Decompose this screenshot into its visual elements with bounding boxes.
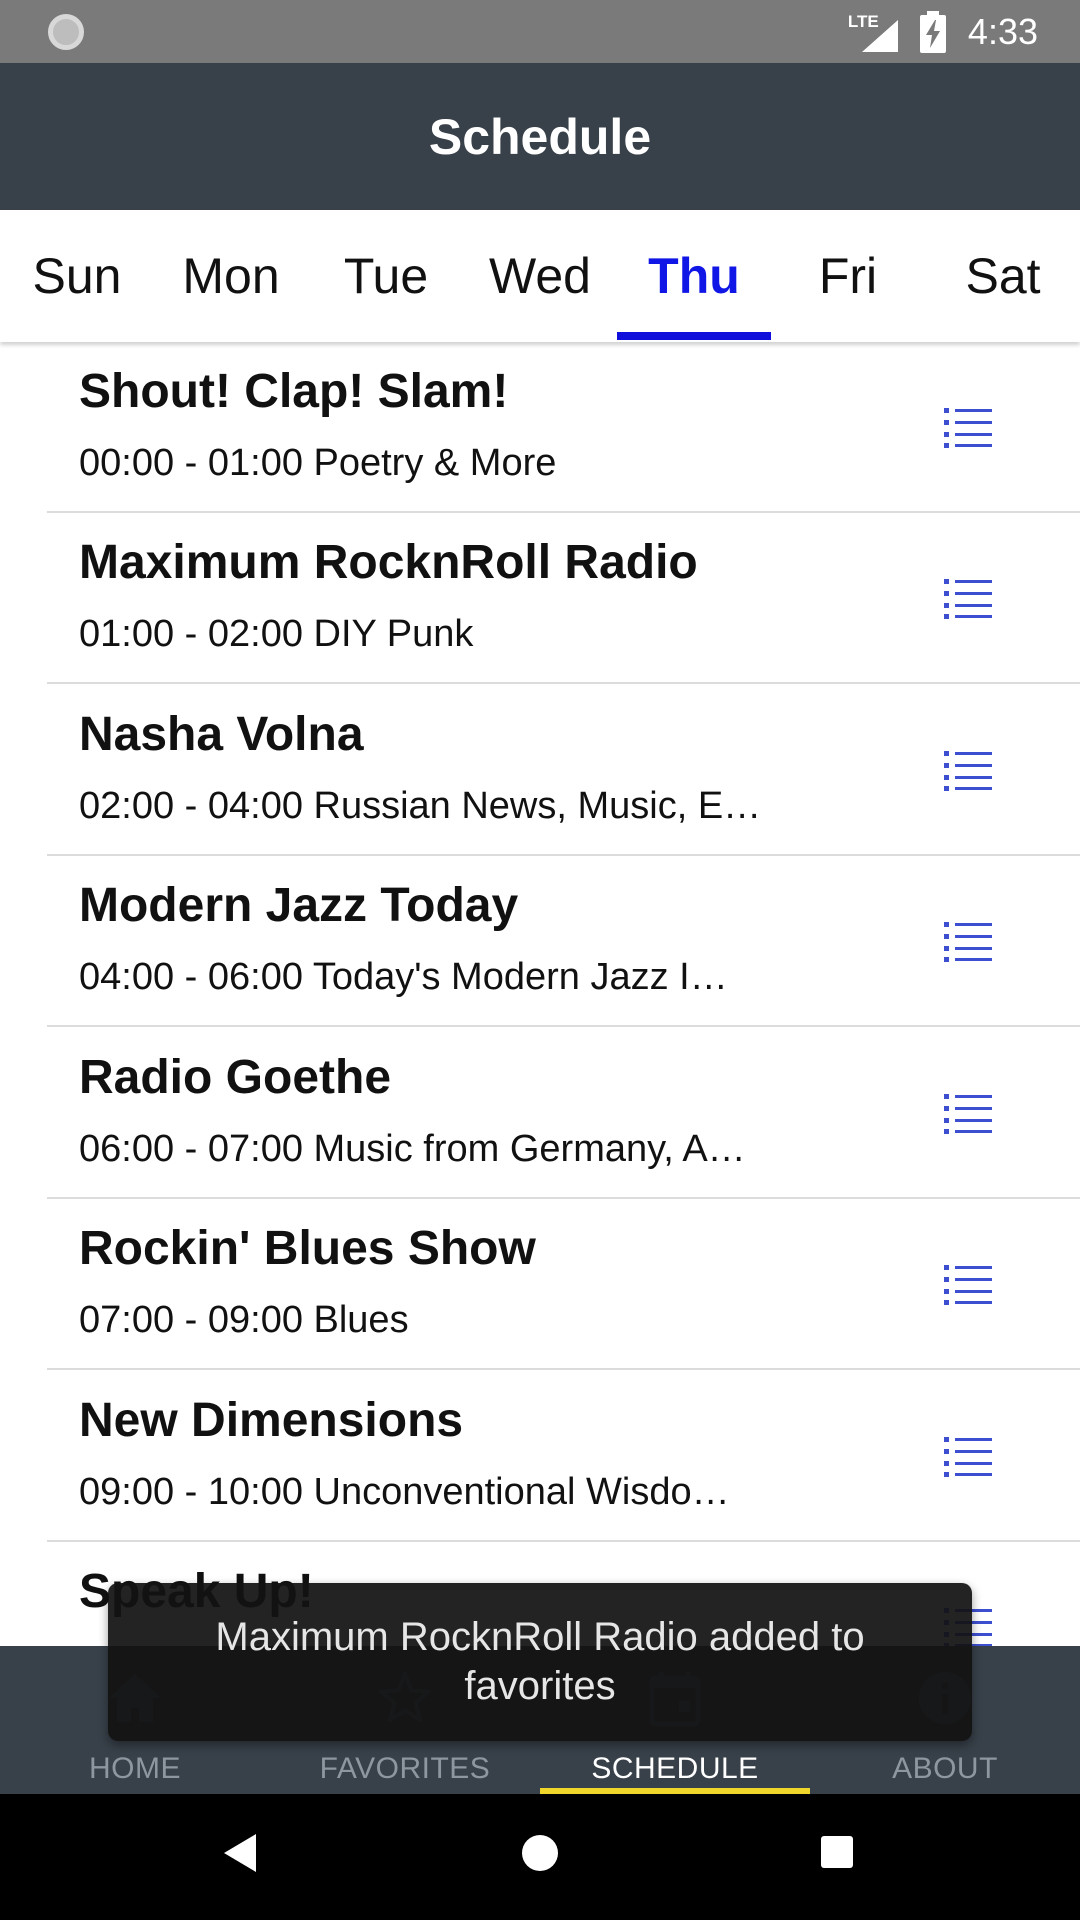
divider bbox=[47, 1368, 1080, 1370]
recents-icon[interactable] bbox=[821, 1836, 853, 1868]
list-item[interactable]: Rockin' Blues Show 07:00 - 09:00 Blues bbox=[0, 1199, 1080, 1370]
page-title: Schedule bbox=[428, 108, 652, 165]
tab-sat[interactable]: Sat bbox=[926, 210, 1080, 342]
show-name: Rockin' Blues Show bbox=[79, 1222, 536, 1275]
tab-mon[interactable]: Mon bbox=[154, 210, 308, 342]
list-icon[interactable] bbox=[944, 747, 992, 791]
back-icon[interactable] bbox=[224, 1834, 256, 1872]
snackbar: Maximum RocknRoll Radio added to favorit… bbox=[108, 1583, 972, 1741]
list-icon[interactable] bbox=[944, 1261, 992, 1305]
list-item[interactable]: Maximum RocknRoll Radio 01:00 - 02:00 DI… bbox=[0, 513, 1080, 684]
list-item[interactable]: Shout! Clap! Slam! 00:00 - 01:00 Poetry … bbox=[0, 342, 1080, 513]
system-nav-bar bbox=[0, 1794, 1080, 1920]
list-item[interactable]: New Dimensions 09:00 - 10:00 Unconventio… bbox=[0, 1371, 1080, 1542]
day-tabs: Sun Mon Tue Wed Thu Fri Sat bbox=[0, 210, 1080, 342]
snackbar-message: Maximum RocknRoll Radio added to favorit… bbox=[215, 1615, 865, 1708]
show-info: 09:00 - 10:00 Unconventional Wisdo… bbox=[79, 1471, 730, 1513]
list-icon[interactable] bbox=[944, 575, 992, 619]
show-info: 06:00 - 07:00 Music from Germany, A… bbox=[79, 1128, 746, 1170]
sync-icon bbox=[48, 14, 84, 50]
list-icon[interactable] bbox=[944, 404, 992, 448]
battery-charging-icon bbox=[919, 10, 946, 53]
show-info: 04:00 - 06:00 Today's Modern Jazz I… bbox=[79, 956, 728, 998]
tab-sun[interactable]: Sun bbox=[0, 210, 154, 342]
list-item[interactable]: Modern Jazz Today 04:00 - 06:00 Today's … bbox=[0, 856, 1080, 1027]
divider bbox=[47, 1025, 1080, 1027]
tab-indicator bbox=[617, 332, 771, 340]
show-info: 01:00 - 02:00 DIY Punk bbox=[79, 613, 474, 655]
signal-icon: LTE bbox=[848, 12, 900, 52]
tab-wed[interactable]: Wed bbox=[463, 210, 617, 342]
status-bar: LTE 4:33 bbox=[0, 0, 1080, 63]
tab-fri[interactable]: Fri bbox=[771, 210, 925, 342]
clock: 4:33 bbox=[967, 10, 1038, 52]
show-list[interactable]: Shout! Clap! Slam! 00:00 - 01:00 Poetry … bbox=[0, 342, 1080, 1646]
show-info: 02:00 - 04:00 Russian News, Music, E… bbox=[79, 785, 762, 827]
list-item[interactable]: Nasha Volna 02:00 - 04:00 Russian News, … bbox=[0, 685, 1080, 856]
divider bbox=[47, 682, 1080, 684]
nav-schedule-label: SCHEDULE bbox=[591, 1752, 759, 1785]
list-icon[interactable] bbox=[944, 1090, 992, 1134]
show-name: Nasha Volna bbox=[79, 708, 364, 761]
list-icon[interactable] bbox=[944, 918, 992, 962]
show-name: Maximum RocknRoll Radio bbox=[79, 536, 698, 589]
show-name: Shout! Clap! Slam! bbox=[79, 365, 509, 418]
nav-home-label: HOME bbox=[89, 1752, 181, 1785]
nav-about-label: ABOUT bbox=[892, 1752, 998, 1785]
tab-tue[interactable]: Tue bbox=[309, 210, 463, 342]
home-button-icon[interactable] bbox=[522, 1835, 558, 1871]
nav-favorites-label: FAVORITES bbox=[319, 1752, 491, 1785]
list-icon[interactable] bbox=[944, 1433, 992, 1477]
show-name: New Dimensions bbox=[79, 1394, 464, 1447]
show-info: 07:00 - 09:00 Blues bbox=[79, 1299, 409, 1341]
show-name: Radio Goethe bbox=[79, 1051, 392, 1104]
status-icons: LTE 4:33 bbox=[848, 0, 1038, 63]
tab-thu[interactable]: Thu bbox=[617, 210, 771, 342]
show-name: Modern Jazz Today bbox=[79, 879, 519, 932]
app-bar: Schedule bbox=[0, 63, 1080, 210]
show-info: 00:00 - 01:00 Poetry & More bbox=[79, 442, 557, 484]
list-item[interactable]: Radio Goethe 06:00 - 07:00 Music from Ge… bbox=[0, 1028, 1080, 1199]
